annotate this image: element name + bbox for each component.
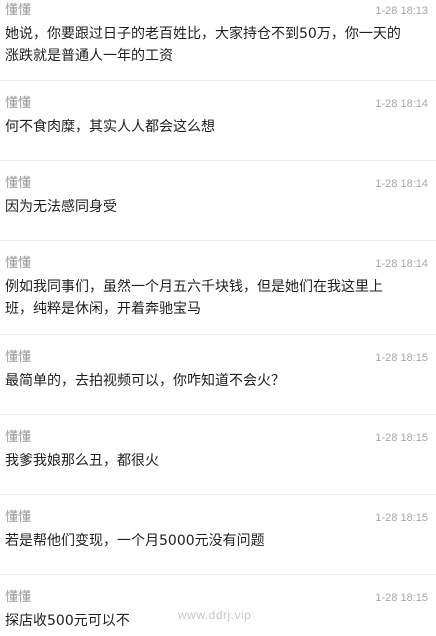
- message-text: 我爹我娘那么丑，都很火: [5, 453, 159, 469]
- message-sender[interactable]: 懂懂: [5, 176, 31, 192]
- message-timestamp: 1-28 18:13: [375, 5, 428, 17]
- message-sender[interactable]: 懂懂: [5, 350, 31, 366]
- message-list: 懂懂 1-28 18:13 她说，你要跟过日子的老百姓比，大家持仓不到50万，你…: [0, 0, 436, 636]
- message-divider: [0, 334, 436, 335]
- message-divider: [0, 160, 436, 161]
- message-text: 若是帮他们变现，一个月5000元没有问题: [5, 533, 265, 549]
- message-text: 例如我同事们，虽然一个月五六千块钱，但是她们在我这里上班，纯粹是休闲，开着奔驰宝…: [5, 279, 383, 317]
- message-divider: [0, 414, 436, 415]
- message-divider: [0, 574, 436, 575]
- message-timestamp: 1-28 18:15: [375, 432, 428, 444]
- message-sender[interactable]: 懂懂: [5, 510, 31, 526]
- message-text: 最简单的，去拍视频可以，你咋知道不会火？: [5, 373, 285, 389]
- message-text: 她说，你要跟过日子的老百姓比，大家持仓不到50万，你一天的涨跌就是普通人一年的工…: [5, 26, 401, 64]
- message-sender[interactable]: 懂懂: [5, 96, 31, 112]
- message-timestamp: 1-28 18:14: [375, 258, 428, 270]
- message-sender[interactable]: 懂懂: [5, 590, 31, 606]
- message-divider: [0, 494, 436, 495]
- message-divider: [0, 80, 436, 81]
- message-sender[interactable]: 懂懂: [5, 430, 31, 446]
- message-sender[interactable]: 懂懂: [5, 3, 31, 19]
- message-sender[interactable]: 懂懂: [5, 256, 31, 272]
- message-timestamp: 1-28 18:15: [375, 512, 428, 524]
- message-timestamp: 1-28 18:14: [375, 178, 428, 190]
- message-divider: [0, 240, 436, 241]
- message-text: 因为无法感同身受: [5, 199, 117, 215]
- message-timestamp: 1-28 18:15: [375, 352, 428, 364]
- message-timestamp: 1-28 18:15: [375, 592, 428, 604]
- message-timestamp: 1-28 18:14: [375, 98, 428, 110]
- watermark-text: www.ddrj.vip: [178, 608, 252, 622]
- message-text: 何不食肉糜，其实人人都会这么想: [5, 119, 215, 135]
